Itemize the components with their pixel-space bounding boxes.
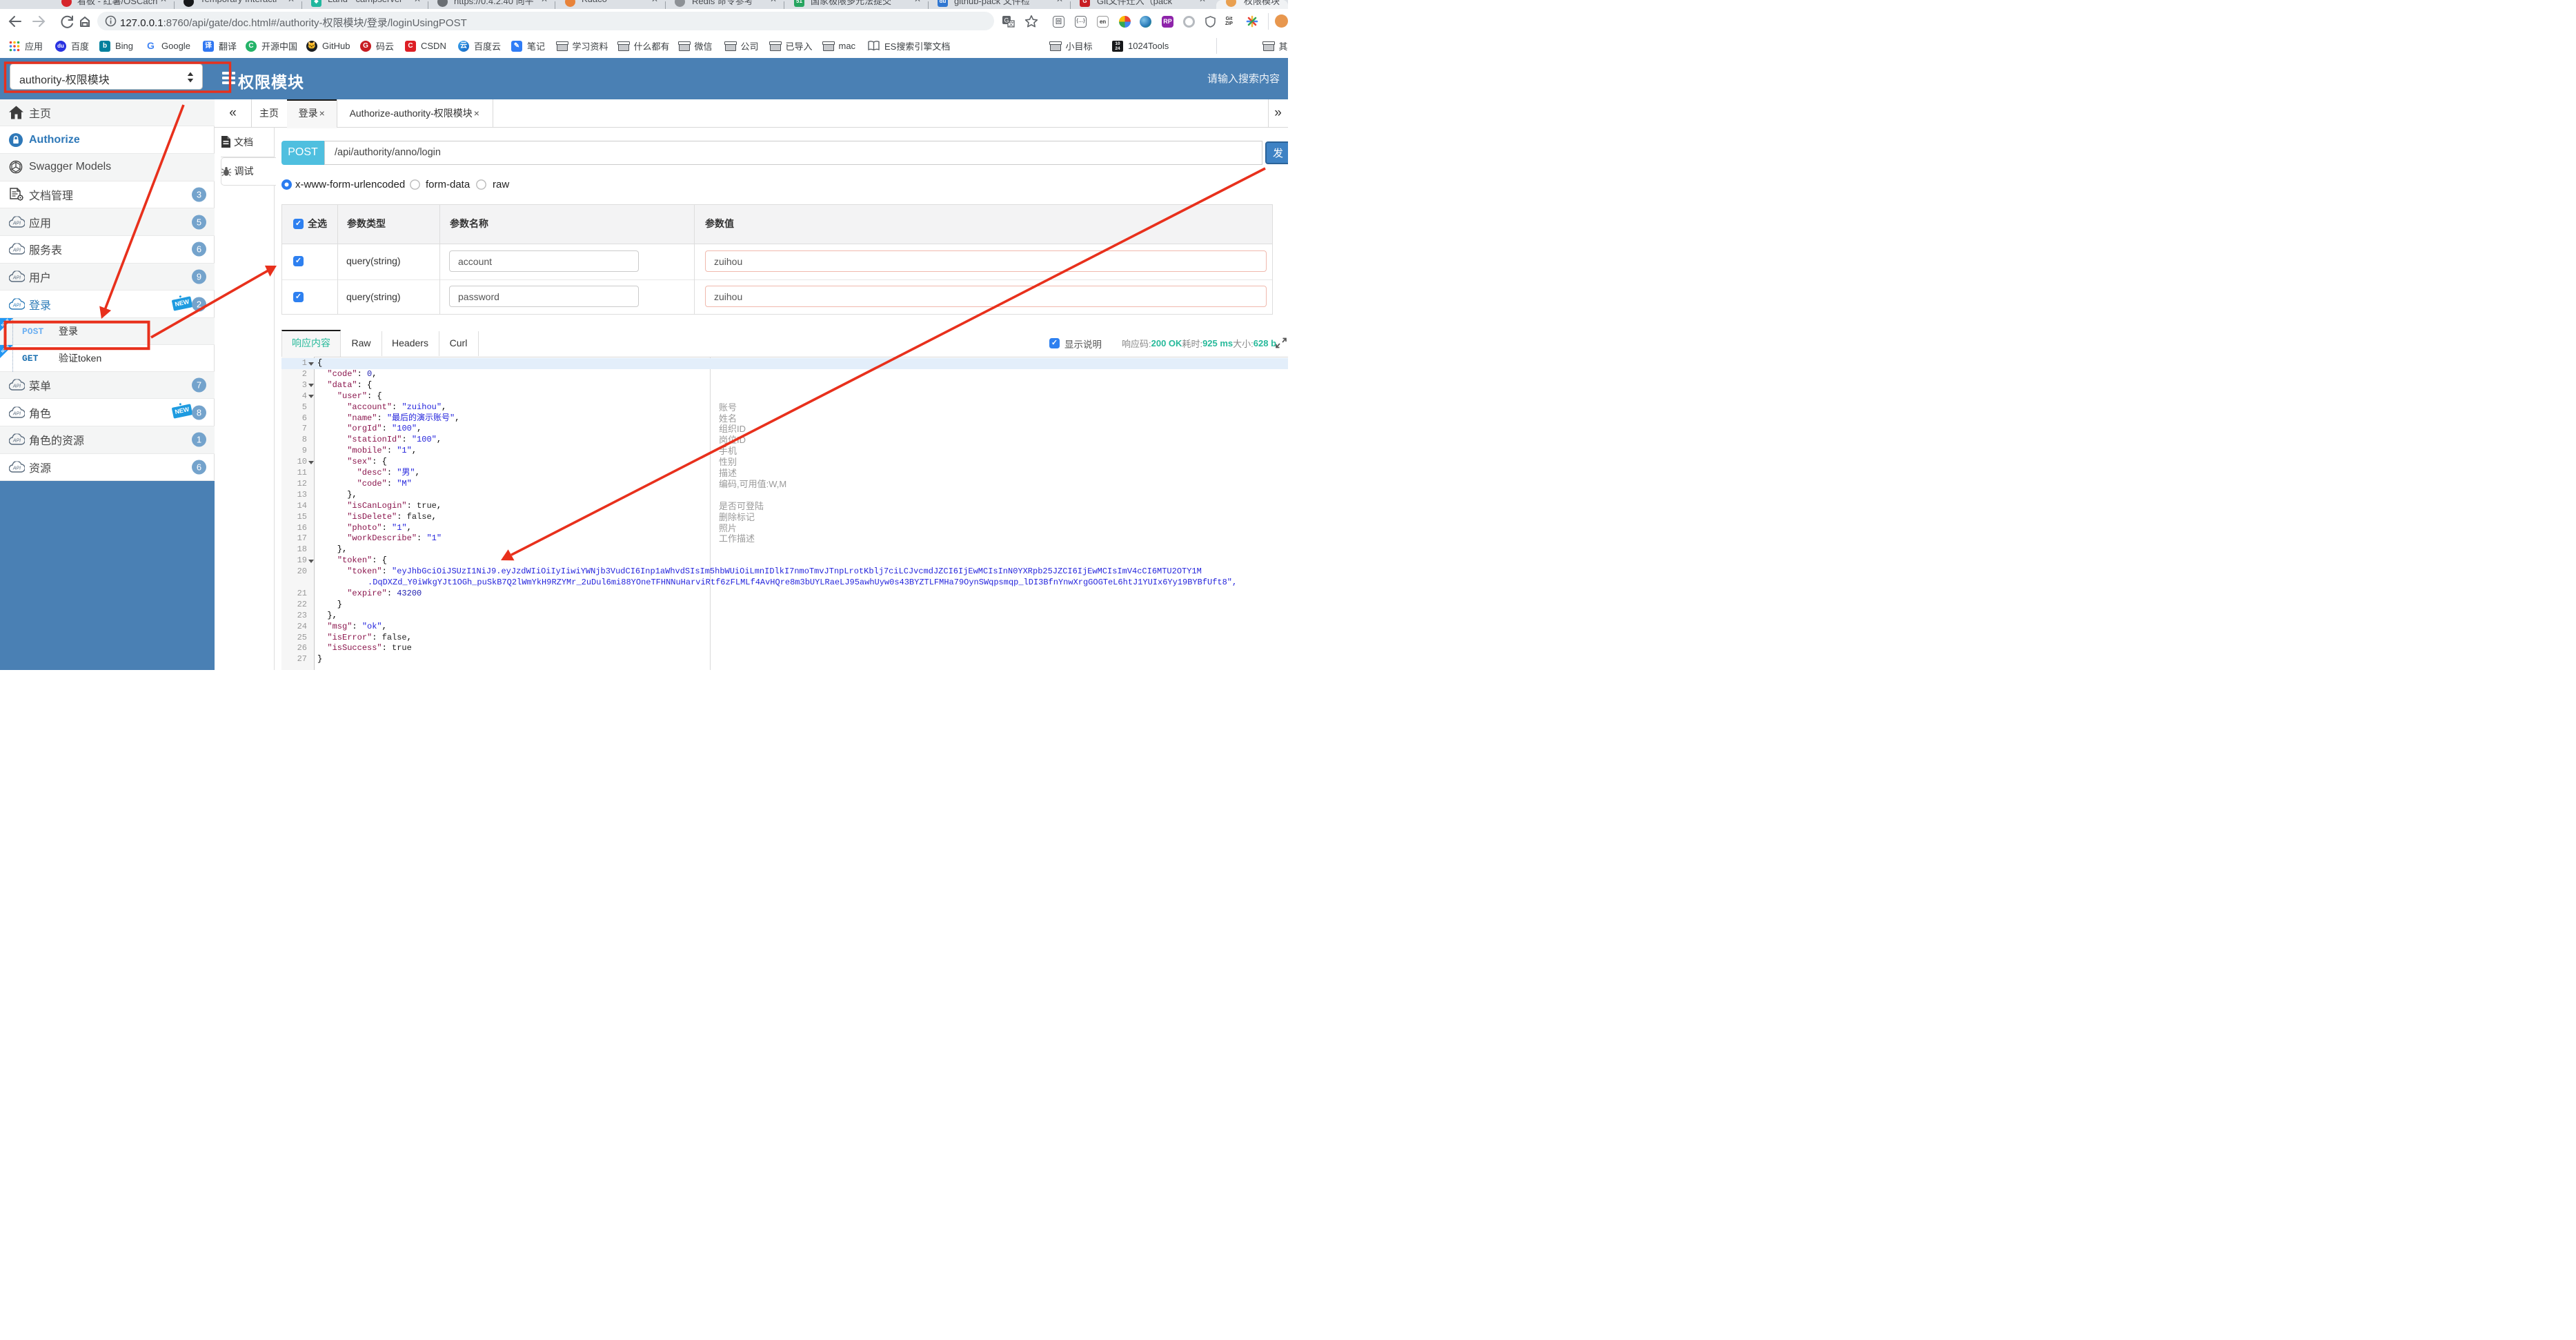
svg-text:API: API <box>12 276 21 281</box>
svg-text:G: G <box>147 40 155 51</box>
svg-text:API: API <box>12 303 21 308</box>
svg-text:API: API <box>12 466 21 471</box>
svg-text:文: 文 <box>1009 21 1014 28</box>
svg-text:API: API <box>12 439 21 444</box>
svg-text:API: API <box>12 221 21 226</box>
svg-text:API: API <box>12 248 21 253</box>
svg-text:API: API <box>12 384 21 388</box>
svg-text:API: API <box>12 411 21 416</box>
